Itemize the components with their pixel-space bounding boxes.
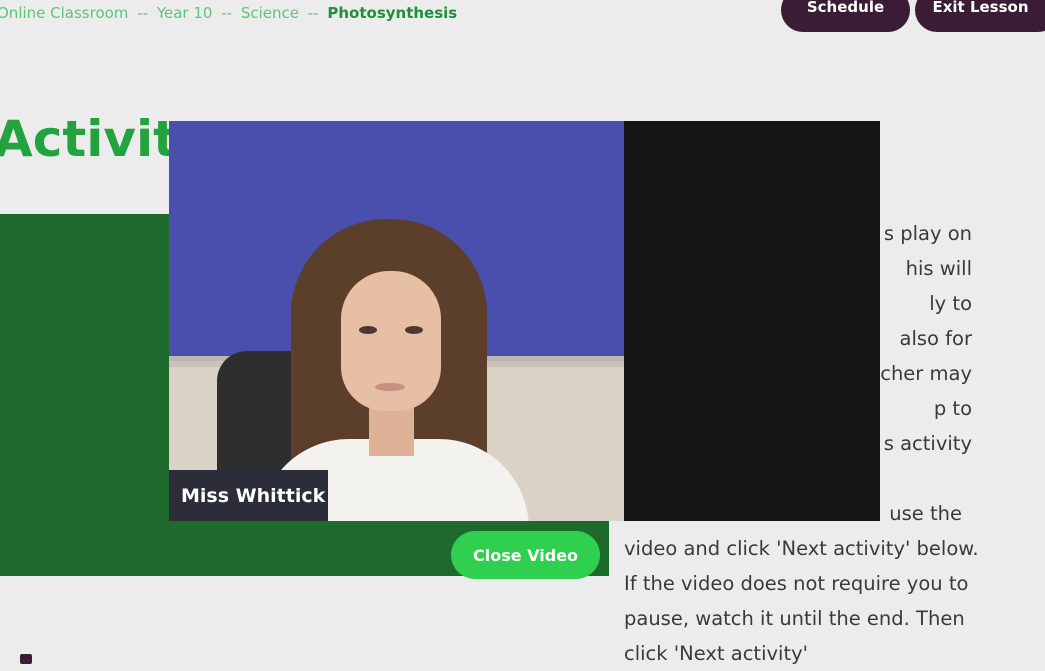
instructions-text: video and click 'Next activity' below. I… [624, 537, 979, 665]
instructions-line: ly to [929, 292, 972, 315]
participant-eye [405, 326, 423, 334]
video-call-modal: Miss Whittick [169, 121, 880, 521]
instructions-line: s activity [883, 432, 972, 455]
breadcrumb-separator: -- [137, 4, 149, 22]
close-video-button[interactable]: Close Video [451, 531, 600, 579]
instructions-line: also for [899, 327, 972, 350]
breadcrumb-item-year[interactable]: Year 10 [157, 4, 213, 22]
instructions-line: p to [933, 397, 972, 420]
participant-video-feed: Miss Whittick [169, 121, 624, 521]
instructions-line: his will [905, 257, 972, 280]
breadcrumb: Online Classroom -- Year 10 -- Science -… [0, 4, 457, 22]
exit-lesson-button[interactable]: Exit Lesson [915, 0, 1045, 32]
schedule-button[interactable]: Schedule [781, 0, 910, 32]
participant-name-tag: Miss Whittick [169, 470, 328, 521]
participant-eye [359, 326, 377, 334]
instructions-paragraph-2: use the video and click 'Next activity' … [624, 496, 984, 671]
participant-mouth [375, 383, 405, 391]
breadcrumb-item-online-classroom[interactable]: Online Classroom [0, 4, 128, 22]
instructions-line: s play on [883, 222, 972, 245]
breadcrumb-separator: -- [221, 4, 233, 22]
instructions-line: cher may [880, 362, 972, 385]
bottom-button-fragment[interactable] [20, 654, 32, 664]
breadcrumb-separator: -- [307, 4, 319, 22]
breadcrumb-current: Photosynthesis [327, 4, 458, 22]
breadcrumb-item-subject[interactable]: Science [241, 4, 299, 22]
